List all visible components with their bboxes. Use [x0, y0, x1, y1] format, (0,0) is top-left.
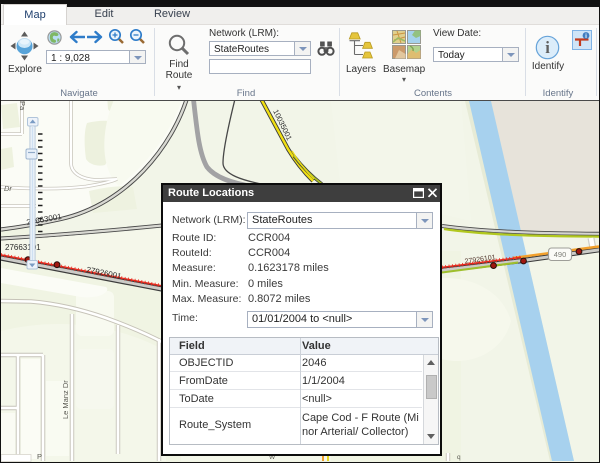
svg-text:i: i — [585, 33, 587, 40]
svg-text:490: 490 — [554, 250, 567, 259]
svg-text:i: i — [545, 38, 550, 57]
svg-text:Le Manz Dr: Le Manz Dr — [61, 380, 70, 419]
svg-text:27663101: 27663101 — [5, 243, 41, 252]
svg-text:Pa: Pa — [18, 101, 27, 111]
svg-text:q: q — [457, 454, 461, 461]
svg-text:P: P — [37, 452, 42, 461]
svg-text:Dr: Dr — [4, 184, 12, 193]
